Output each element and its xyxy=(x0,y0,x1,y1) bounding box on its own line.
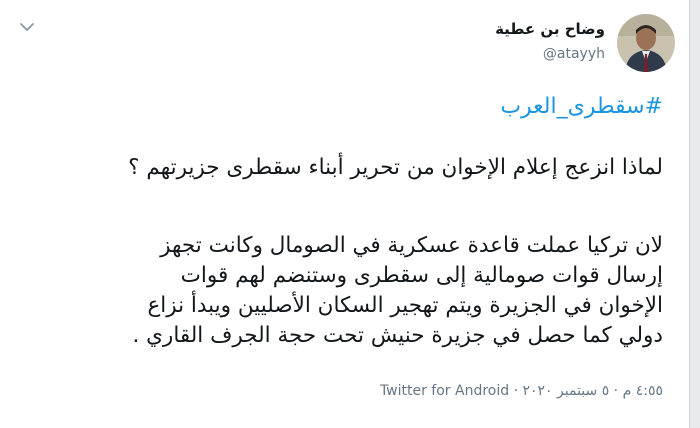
chevron-down-icon[interactable] xyxy=(16,16,38,38)
meta-separator: · xyxy=(609,383,623,399)
tweet-date[interactable]: ٥ سبتمبر ٢٠٢٠ xyxy=(523,383,610,399)
tweet-text-line: دولي كما حصل في جزيرة حنيش تحت حجة الجرف… xyxy=(132,323,663,348)
tweet-text-line: الإخوان في الجزيرة ويتم تهجير السكان الأ… xyxy=(147,293,663,318)
tweet-text-line: إرسال قوات صومالية إلى سقطرى وستنضم لهم … xyxy=(180,263,663,288)
hashtag-link[interactable]: #سقطرى_العرب xyxy=(500,94,663,119)
tweet-card: وضاح بن عطية @atayyh #سقطرى_العرب لماذا … xyxy=(0,0,690,428)
display-name[interactable]: وضاح بن عطية xyxy=(495,20,605,38)
avatar[interactable] xyxy=(617,14,675,72)
tweet-text-line: لماذا انزعج إعلام الإخوان من تحرير أبناء… xyxy=(128,155,663,180)
tweet-source[interactable]: Twitter for Android xyxy=(380,383,509,399)
tweet-text-line: لان تركيا عملت قاعدة عسكرية في الصومال و… xyxy=(160,233,663,258)
tweet-metadata: Twitter for Android · ٥ سبتمبر ٢٠٢٠ · ٤:… xyxy=(380,383,663,399)
tweet-time[interactable]: ٤:٥٥ م xyxy=(623,383,663,399)
user-handle[interactable]: @atayyh xyxy=(543,46,605,62)
meta-separator: · xyxy=(509,383,523,399)
